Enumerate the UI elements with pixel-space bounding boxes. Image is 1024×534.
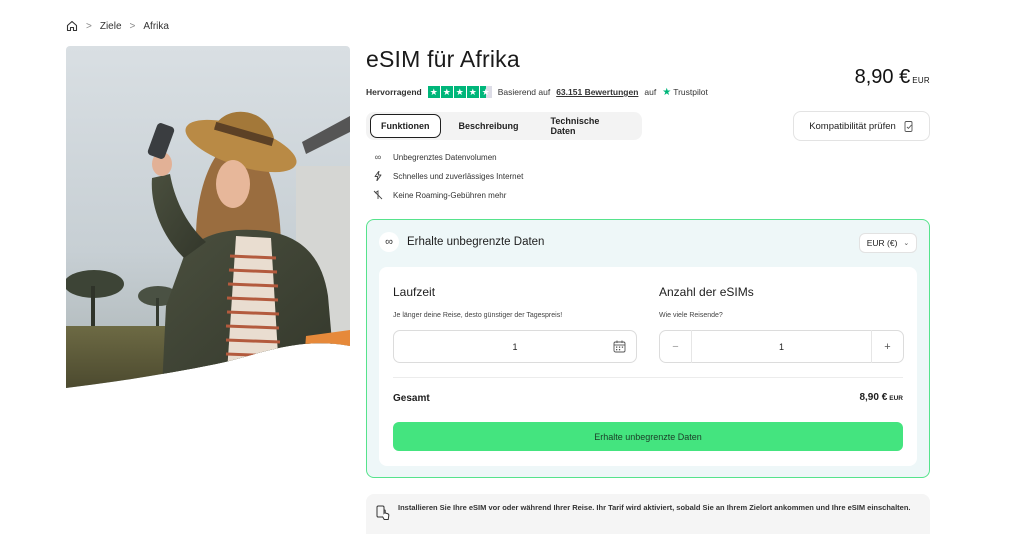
check-compatibility-button[interactable]: Kompatibilität prüfen [793, 111, 930, 141]
tap-phone-icon [376, 505, 390, 520]
feature-text: Keine Roaming-Gebühren mehr [393, 190, 507, 200]
esim-quantity-stepper: − 1 + [659, 330, 904, 363]
get-unlimited-data-button[interactable]: Erhalte unbegrenzte Daten [393, 422, 903, 451]
install-notice-text: Installieren Sie Ihre eSIM vor oder währ… [398, 503, 911, 512]
rating-label: Hervorragend [366, 87, 422, 97]
phone-check-icon [904, 120, 913, 132]
feature-text: Schnelles und zuverlässiges Internet [393, 171, 524, 181]
tab-beschreibung[interactable]: Beschreibung [445, 114, 533, 138]
breadcrumb-item-afrika: Afrika [143, 20, 169, 32]
duration-section: Laufzeit Je länger deine Reise, desto gü… [393, 285, 637, 363]
plan-config-panel: Laufzeit Je länger deine Reise, desto gü… [379, 267, 917, 466]
hero-image [66, 46, 350, 388]
reviews-link[interactable]: 63.151 Bewertungen [556, 87, 638, 97]
breadcrumb-separator: > [86, 20, 92, 32]
total-value: 8,90 € [859, 392, 888, 403]
rating-based-on: Basierend auf [497, 87, 551, 97]
breadcrumb-item-ziele[interactable]: Ziele [100, 21, 122, 32]
page-title: eSIM für Afrika [366, 46, 520, 72]
breadcrumb-separator: > [129, 20, 136, 32]
price-currency: EUR [912, 76, 930, 85]
chevron-down-icon: ⌄ [903, 240, 910, 247]
plan-card: ∞ Erhalte unbegrenzte Daten EUR (€) ⌄ La… [366, 219, 930, 478]
check-compatibility-label: Kompatibilität prüfen [809, 120, 896, 132]
plan-header: ∞ Erhalte unbegrenzte Daten [379, 232, 544, 252]
calendar-icon[interactable] [613, 340, 626, 353]
trustpilot-star-icon: ★ [662, 86, 672, 98]
product-price: 8,90 € EUR [855, 66, 930, 89]
decrement-button[interactable]: − [660, 330, 692, 363]
currency-select[interactable]: EUR (€) ⌄ [859, 233, 917, 253]
trustpilot-stars: ★ ★ ★ ★ ★ [427, 86, 492, 98]
esim-count-subtitle: Wie viele Reisende? [659, 312, 723, 319]
trustpilot-logo: ★ Trustpilot [662, 87, 708, 98]
total-price: 8,90 € EUR [859, 392, 903, 403]
total-currency: EUR [889, 395, 903, 402]
breadcrumb: > Ziele > Afrika [66, 20, 169, 32]
infinity-icon: ∞ [374, 152, 382, 162]
rating-row: Hervorragend ★ ★ ★ ★ ★ Basierend auf 63.… [366, 86, 708, 98]
tab-funktionen[interactable]: Funktionen [370, 114, 441, 138]
feature-list: ∞ Unbegrenztes Datenvolumen Schnelles un… [372, 152, 523, 200]
esim-count-title: Anzahl der eSIMs [659, 285, 754, 299]
rating-on: auf [644, 87, 657, 97]
tab-technische-daten[interactable]: Technische Daten [537, 114, 638, 138]
star-icon: ★ [427, 86, 440, 98]
half-star-icon: ★ [479, 86, 492, 98]
duration-value: 1 [512, 341, 518, 352]
divider [393, 377, 903, 378]
duration-title: Laufzeit [393, 285, 436, 299]
esim-quantity-value[interactable]: 1 [692, 342, 871, 352]
plan-heading: Erhalte unbegrenzte Daten [407, 236, 545, 248]
lightning-icon [372, 171, 384, 181]
no-roaming-icon [372, 190, 384, 200]
duration-subtitle: Je länger deine Reise, desto günstiger d… [393, 312, 563, 319]
increment-button[interactable]: + [871, 330, 903, 363]
infinity-icon: ∞ [379, 232, 399, 252]
install-notice: Installieren Sie Ihre eSIM vor oder währ… [366, 494, 930, 534]
feature-item: Keine Roaming-Gebühren mehr [372, 190, 523, 200]
feature-text: Unbegrenztes Datenvolumen [393, 152, 497, 162]
trustpilot-name: Trustpilot [673, 87, 708, 97]
total-label: Gesamt [393, 393, 430, 404]
esim-count-section: Anzahl der eSIMs Wie viele Reisende? − 1… [659, 285, 904, 363]
feature-item: ∞ Unbegrenztes Datenvolumen [372, 152, 523, 162]
star-icon: ★ [453, 86, 466, 98]
feature-item: Schnelles und zuverlässiges Internet [372, 171, 523, 181]
feature-tabs: Funktionen Beschreibung Technische Daten [366, 112, 642, 140]
duration-input[interactable]: 1 [393, 330, 637, 363]
star-icon: ★ [440, 86, 453, 98]
currency-value: EUR (€) [866, 238, 898, 248]
home-icon[interactable] [66, 20, 78, 32]
price-value: 8,90 € [854, 66, 911, 88]
star-icon: ★ [466, 86, 479, 98]
